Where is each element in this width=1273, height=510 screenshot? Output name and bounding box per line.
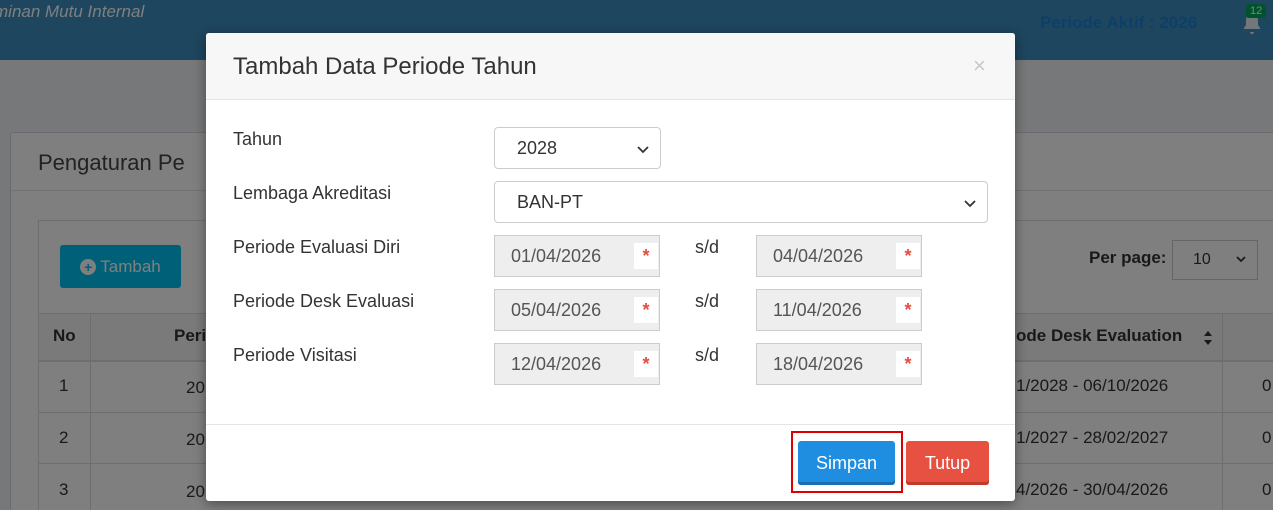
- desk-evaluasi-label: Periode Desk Evaluasi: [233, 291, 415, 311]
- tahun-label: Tahun: [233, 129, 283, 149]
- lembaga-value: BAN-PT: [517, 191, 584, 212]
- range-separator: s/d: [695, 291, 720, 311]
- save-button[interactable]: Simpan: [798, 441, 895, 485]
- evaluasi-diri-start-field[interactable]: 01/04/2026 *: [494, 235, 660, 277]
- date-value: 01/04/2026: [511, 245, 602, 266]
- required-mark: *: [634, 351, 658, 377]
- add-period-modal: Tambah Data Periode Tahun × Tahun 2028 L…: [206, 33, 1015, 501]
- required-icon: *: [633, 290, 659, 330]
- required-icon: *: [633, 344, 659, 384]
- lembaga-select[interactable]: BAN-PT: [494, 181, 988, 223]
- required-mark: *: [634, 243, 658, 269]
- modal-footer-divider: [206, 424, 1015, 425]
- chevron-down-icon: [637, 146, 649, 154]
- desk-evaluasi-start-field[interactable]: 05/04/2026 *: [494, 289, 660, 331]
- date-value: 05/04/2026: [511, 299, 602, 320]
- required-mark: *: [896, 351, 920, 377]
- evaluasi-diri-label: Periode Evaluasi Diri: [233, 237, 401, 257]
- chevron-down-icon: [964, 200, 976, 208]
- required-icon: *: [895, 290, 921, 330]
- required-icon: *: [895, 344, 921, 384]
- desk-evaluasi-end-field[interactable]: 11/04/2026 *: [756, 289, 922, 331]
- visitasi-end-field[interactable]: 18/04/2026 *: [756, 343, 922, 385]
- date-value: 12/04/2026: [511, 353, 602, 374]
- evaluasi-diri-end-field[interactable]: 04/04/2026 *: [756, 235, 922, 277]
- close-icon[interactable]: ×: [973, 55, 986, 77]
- required-mark: *: [896, 243, 920, 269]
- lembaga-label: Lembaga Akreditasi: [233, 183, 392, 203]
- range-separator: s/d: [695, 237, 720, 257]
- tahun-value: 2028: [517, 137, 558, 158]
- visitasi-label: Periode Visitasi: [233, 345, 357, 365]
- modal-title: Tambah Data Periode Tahun: [233, 53, 537, 80]
- date-value: 04/04/2026: [773, 245, 864, 266]
- modal-header: Tambah Data Periode Tahun ×: [206, 33, 1015, 100]
- tahun-select[interactable]: 2028: [494, 127, 661, 169]
- required-icon: *: [633, 236, 659, 276]
- close-button[interactable]: Tutup: [906, 441, 989, 485]
- required-mark: *: [896, 297, 920, 323]
- range-separator: s/d: [695, 345, 720, 365]
- date-value: 11/04/2026: [773, 299, 862, 320]
- visitasi-start-field[interactable]: 12/04/2026 *: [494, 343, 660, 385]
- required-mark: *: [634, 297, 658, 323]
- date-value: 18/04/2026: [773, 353, 864, 374]
- required-icon: *: [895, 236, 921, 276]
